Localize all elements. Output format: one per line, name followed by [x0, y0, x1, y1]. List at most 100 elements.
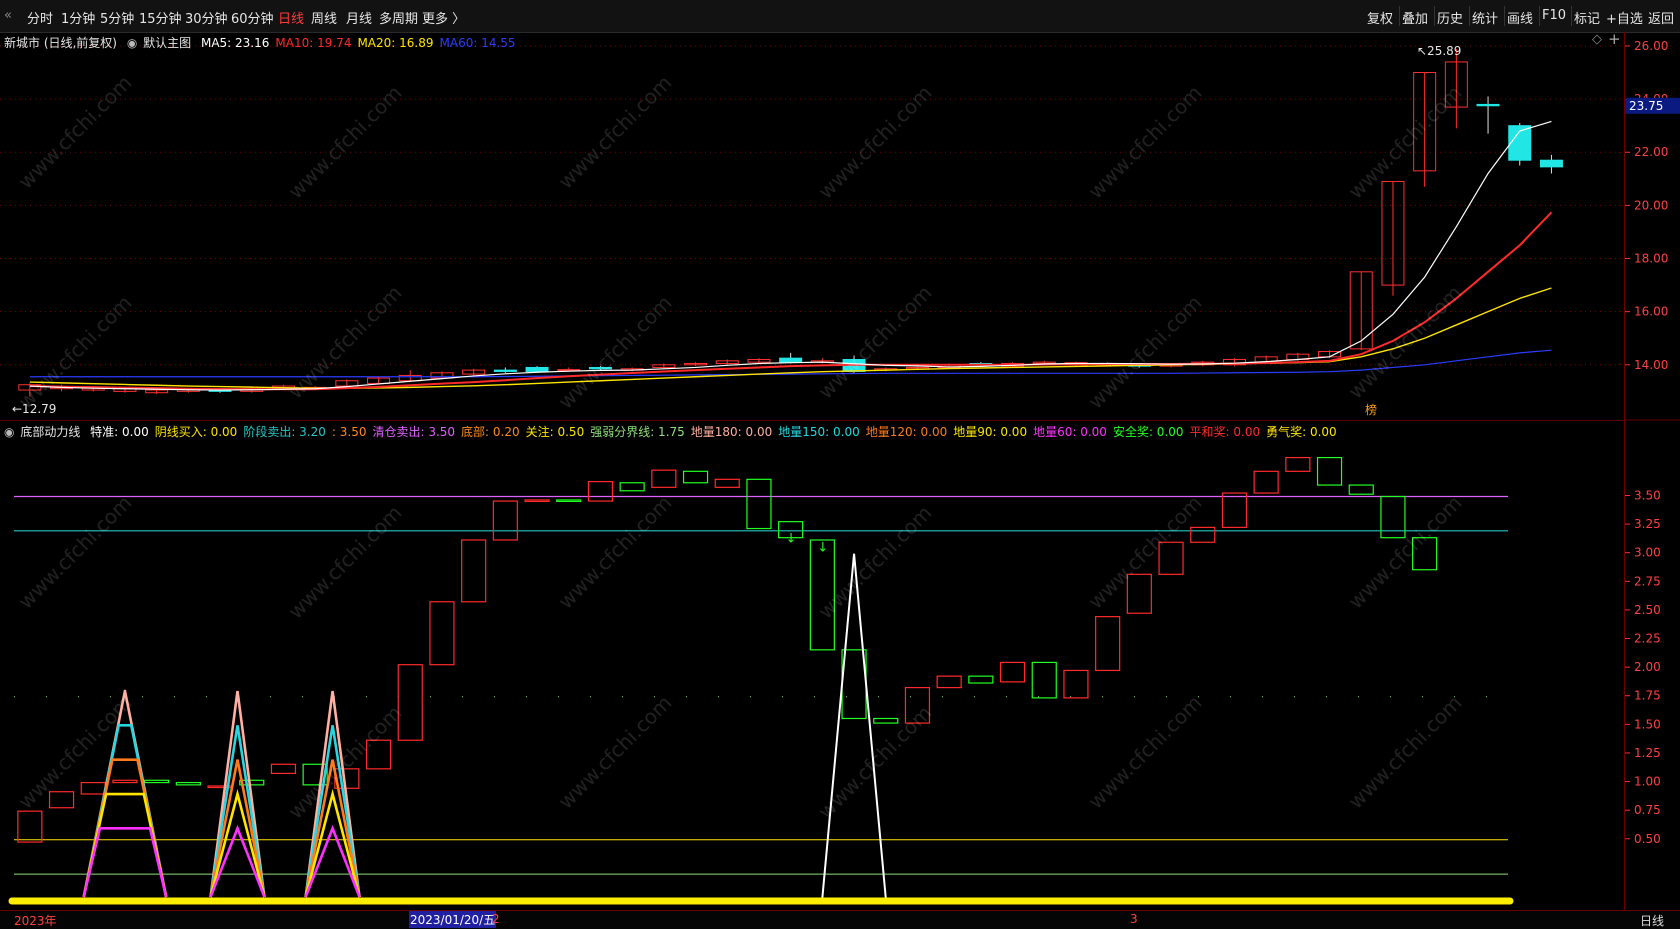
legend-item: 勇气奖: 0.00 [1266, 425, 1337, 439]
indicator-candle [999, 661, 1026, 683]
cursor-date-label: 2023/01/20/五 [409, 911, 497, 928]
template-label[interactable]: 默认主图 [143, 36, 191, 50]
indicator-chart[interactable]: ↓↓ [0, 421, 1624, 911]
ma5-line [29, 120, 1552, 391]
history-button[interactable]: 历史 [1437, 8, 1463, 27]
settings-circle-icon[interactable]: ◉ [127, 36, 137, 50]
indicator-candle [492, 500, 518, 541]
toolbar-divider [1399, 6, 1400, 26]
price-candle-body [525, 366, 549, 372]
back-button[interactable]: 返回 [1648, 8, 1674, 27]
legend-item: 安全奖: 0.00 [1112, 425, 1184, 439]
indicator-tick-label: 3.00 [1634, 546, 1661, 560]
month-2-label: 2 [492, 912, 500, 926]
indicator-tick-label: 1.50 [1634, 717, 1661, 731]
legend-item: 强弱分界线: 1.75 [590, 425, 685, 439]
indicator-candle [651, 469, 677, 488]
price-tick-label: 22.00 [1634, 145, 1668, 159]
indicator-header: ◉ 底部动力线 特准: 0.00 阴线买入: 0.00 阶段卖出: 3.20: 3.… [4, 423, 1349, 440]
indicator-tick-label: 1.75 [1634, 689, 1661, 703]
back-arrows-icon[interactable]: « [4, 8, 12, 23]
tab-1min[interactable]: 1分钟 [61, 8, 95, 27]
indicator-name[interactable]: 底部动力线 [20, 425, 80, 439]
indicator-candle [968, 675, 994, 684]
tab-15min[interactable]: 15分钟 [139, 8, 182, 27]
tab-multi-period[interactable]: 多周期 [379, 8, 418, 27]
month-3-label: 3 [1130, 912, 1138, 926]
tab-30min[interactable]: 30分钟 [185, 8, 228, 27]
toolbar-divider [1539, 6, 1540, 26]
add-watchlist-button[interactable]: +自选 [1606, 8, 1643, 27]
price-candle-body [1476, 103, 1500, 107]
mark-button[interactable]: 标记 [1574, 8, 1600, 27]
courage-spike [821, 553, 888, 902]
indicator-tick-label: 1.00 [1634, 775, 1661, 789]
draw-line-button[interactable]: 画线 [1507, 8, 1533, 27]
legend-item: 地量150: 0.00 [778, 425, 860, 439]
price-candle-body [588, 366, 612, 370]
indicator-candle [429, 601, 455, 666]
period-toolbar: « 分时 1分钟 5分钟 15分钟 30分钟 60分钟 日线 周线 月线 多周期… [0, 0, 1680, 33]
stock-title: 新城市 (日线,前复权) [4, 36, 117, 50]
tab-60min[interactable]: 60分钟 [231, 8, 274, 27]
indicator-candle [1063, 669, 1089, 699]
legend-item: 底部: 0.20 [461, 425, 520, 439]
legend-item: 清仓卖出: 3.50 [372, 425, 456, 439]
ground-volume-layer [82, 724, 168, 898]
legend-item: 阶段卖出: 3.20 [243, 425, 326, 439]
sell-arrow-icon: ↓ [786, 532, 797, 547]
tab-daily[interactable]: 日线 [278, 8, 304, 27]
tab-fenshi[interactable]: 分时 [27, 8, 53, 27]
legend-item: : 3.50 [331, 425, 367, 439]
plus-icon[interactable]: + [1608, 30, 1621, 48]
high-price-label: ↖25.89 [1417, 44, 1461, 58]
indicator-candle [809, 539, 835, 651]
period-indicator: 日线 [1640, 914, 1665, 928]
price-chart[interactable]: ↖25.89 ←12.79 榜 [0, 32, 1624, 420]
main-chart-header: 新城市 (日线,前复权) ◉ 默认主图 MA5: 23.16 MA10: 19.7… [4, 34, 528, 51]
indicator-candle [587, 481, 614, 502]
indicator-candle [682, 470, 709, 484]
fuquan-button[interactable]: 复权 [1367, 8, 1393, 27]
indicator-tick-label: 2.75 [1634, 574, 1661, 588]
ma-legend: MA5: 23.16 MA10: 19.74 MA20: 16.89 MA60: 14… [201, 36, 522, 50]
ground-volume-layer [209, 725, 266, 898]
legend-item: MA10: 19.74 [275, 36, 352, 50]
legend-item: MA20: 16.89 [357, 36, 434, 50]
price-chart-panel[interactable]: ↖25.89 ←12.79 榜 新城市 (日线,前复权) ◉ 默认主图 MA5: 2… [0, 30, 1624, 420]
tab-weekly[interactable]: 周线 [311, 8, 337, 27]
ground-volume-layer [304, 725, 361, 898]
toolbar-divider [1504, 6, 1505, 26]
tab-5min[interactable]: 5分钟 [100, 8, 134, 27]
f10-button[interactable]: F10 [1542, 8, 1566, 23]
legend-item: 关注: 0.50 [525, 425, 585, 439]
indicator-candle [1285, 456, 1311, 472]
legend-item: MA5: 23.16 [200, 36, 270, 50]
price-candle-body [779, 357, 803, 363]
toolbar-divider [1469, 6, 1470, 26]
indicator-candle [1095, 616, 1121, 672]
legend-item: 特准: 0.00 [90, 425, 149, 439]
price-candle-body [1539, 159, 1563, 168]
indicator-candle [1158, 541, 1184, 575]
indicator-tick-label: 2.50 [1634, 603, 1661, 617]
diamond-icon[interactable]: ◇ [1592, 32, 1602, 47]
indicator-candle [746, 478, 772, 530]
indicator-panel[interactable]: ↓ ↓ ◉ 底部动力线 特准: 0.00 阴线买入: 0.00 阶段卖出: 3.20:… [0, 420, 1624, 911]
legend-item: 地量120: 0.00 [865, 425, 948, 439]
price-tick-label: 14.00 [1634, 358, 1668, 372]
indicator-candle [112, 779, 138, 784]
indicator-candle [619, 482, 645, 492]
legend-item: 地量90: 0.00 [953, 425, 1028, 439]
indicator-tick-label: 3.25 [1634, 517, 1661, 531]
indicator-candle [80, 781, 106, 795]
indicator-candle [1316, 456, 1343, 486]
tab-monthly[interactable]: 月线 [346, 8, 372, 27]
indicator-candle [904, 686, 931, 724]
sell-arrow-icon: ↓ [817, 541, 828, 556]
indicator-settings-icon[interactable]: ◉ [4, 425, 14, 439]
indicator-tick-label: 0.75 [1634, 803, 1661, 817]
stats-button[interactable]: 统计 [1472, 8, 1498, 27]
overlay-button[interactable]: 叠加 [1402, 8, 1428, 27]
tab-more[interactable]: 更多 〉 [422, 8, 465, 27]
